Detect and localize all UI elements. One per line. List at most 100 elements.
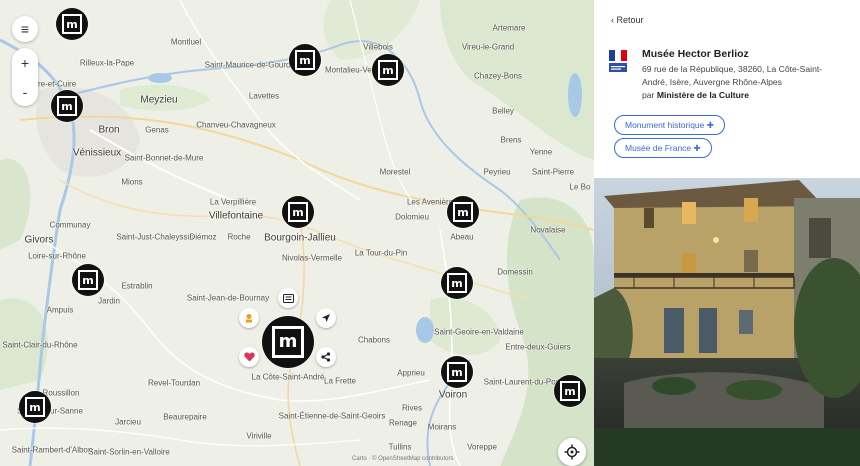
place-label: Saint-Clair-du-Rhône	[2, 340, 78, 350]
place-label: Villefontaine	[208, 210, 264, 222]
museum-marker[interactable]: m	[51, 90, 83, 122]
favorite-heart-icon[interactable]	[239, 347, 259, 367]
place-label: Tullins	[388, 442, 412, 452]
place-label: La Verpillière	[209, 197, 257, 207]
place-label: Saint-Rambert-d'Albon	[11, 445, 93, 455]
place-label: Vénissieux	[72, 147, 122, 159]
place-label: Jardin	[98, 296, 120, 306]
museum-marker[interactable]: m	[282, 196, 314, 228]
place-label: Bourgoin-Jallieu	[264, 232, 336, 244]
owner-organization: Ministère de la Culture	[656, 90, 749, 100]
place-label: Chabons	[357, 335, 391, 345]
details-card-icon[interactable]	[278, 288, 298, 308]
museum-logo-icon: m	[272, 326, 304, 358]
menu-icon: ≡	[20, 21, 30, 37]
museum-photo	[594, 178, 860, 466]
museum-marker[interactable]: m	[56, 8, 88, 40]
place-label: Saint-Just-Chaleyssin	[116, 232, 194, 242]
place-label: Givors	[24, 234, 54, 246]
museum-marker[interactable]: m	[289, 44, 321, 76]
map-attribution[interactable]: Carto · © OpenStreetMap contributors	[352, 456, 453, 462]
museum-logo-icon: m	[295, 50, 315, 70]
marianne-logo-icon	[609, 50, 627, 72]
place-label: Brens	[500, 135, 522, 145]
place-label: Loire-sur-Rhône	[28, 251, 86, 261]
place-label: Moirans	[427, 422, 457, 432]
museum-marker[interactable]: m	[19, 391, 51, 423]
museum-logo-icon: m	[78, 270, 98, 290]
place-label: La Tour-du-Pin	[354, 248, 408, 258]
museum-logo-icon: m	[447, 362, 467, 382]
museum-marker[interactable]: m	[441, 267, 473, 299]
address-text: 69 rue de la République, 38260, La Côte-…	[642, 64, 823, 87]
museum-logo-icon: m	[378, 60, 398, 80]
place-label: Meyzieu	[140, 94, 178, 106]
place-label: Rives	[401, 403, 423, 413]
visited-stamp-icon[interactable]	[239, 308, 259, 328]
place-label: Jarcieu	[115, 417, 141, 427]
museum-logo-icon: m	[560, 381, 580, 401]
place-label: Beaurepaire	[163, 412, 207, 422]
place-label: Roussillon	[42, 388, 80, 398]
museum-marker[interactable]: m	[72, 264, 104, 296]
place-label: Apprieu	[397, 368, 425, 378]
place-label: Peyrieu	[483, 167, 511, 177]
place-label: Montluel	[170, 37, 202, 47]
museum-logo-icon: m	[288, 202, 308, 222]
place-label: Abeau	[450, 232, 474, 242]
zoom-out-button[interactable]: -	[12, 77, 38, 106]
place-label: Roche	[227, 232, 251, 242]
museum-address: 69 rue de la République, 38260, La Côte-…	[642, 63, 847, 102]
place-label: Mions	[121, 177, 143, 187]
place-label: La Frette	[323, 376, 357, 386]
place-label: Yenne	[529, 147, 553, 157]
place-label: Morestel	[379, 167, 411, 177]
locate-button[interactable]	[558, 438, 586, 466]
place-label: Rilleux-la-Pape	[79, 58, 135, 68]
back-link[interactable]: ‹ Retour	[611, 15, 644, 25]
place-label: Entre-deux-Guiers	[505, 342, 571, 352]
tag-monument-historique[interactable]: Monument historique ✚	[614, 115, 725, 135]
selected-museum-marker[interactable]: m	[262, 316, 314, 368]
tag-musee-de-france[interactable]: Musée de France ✚	[614, 138, 712, 158]
museum-marker[interactable]: m	[372, 54, 404, 86]
menu-button[interactable]: ≡	[12, 16, 38, 42]
place-label: Domessin	[497, 267, 533, 277]
place-label: Dolomieu	[395, 212, 429, 222]
place-label: Chazey-Bons	[473, 71, 523, 81]
place-label: Villebois	[363, 42, 393, 52]
museum-logo-icon: m	[57, 96, 77, 116]
place-label: Estrablin	[121, 281, 153, 291]
place-label: Saint-Laurent-du-Pont	[483, 377, 563, 387]
place-label: Lavettes	[248, 91, 280, 101]
share-icon[interactable]	[316, 347, 336, 367]
place-label: Diémoz	[189, 232, 217, 242]
place-label: Viriville	[246, 431, 272, 441]
zoom-in-button[interactable]: +	[12, 48, 38, 77]
place-label: Vireu-le-Grand	[461, 42, 515, 52]
place-label: Genas	[145, 125, 169, 135]
place-label: Le Bo	[569, 182, 591, 192]
museum-logo-icon: m	[447, 273, 467, 293]
by-prefix: par	[642, 90, 655, 100]
place-label: Saint-Bonnet-de-Mure	[124, 153, 204, 163]
place-label: Communay	[49, 220, 91, 230]
place-label: Ampuis	[46, 305, 74, 315]
map[interactable]: Artemare Montluel Villebois Vireu-le-Grand R…	[0, 0, 594, 466]
place-label: Saint-Pierre	[531, 167, 575, 177]
directions-icon[interactable]	[316, 308, 336, 328]
place-label: Saint-Sorlin-en-Valloire	[88, 447, 170, 457]
crosshair-icon	[564, 444, 580, 460]
place-label: Saint-Jean-de-Bournay	[186, 293, 270, 303]
place-label: Novalaise	[530, 225, 566, 235]
museum-marker[interactable]: m	[447, 196, 479, 228]
museum-marker[interactable]: m	[554, 375, 586, 407]
place-label: Voreppe	[467, 442, 497, 452]
place-label: Saint-Étienne-de-Saint-Geoirs	[278, 411, 386, 421]
place-label: Artemare	[492, 23, 526, 33]
place-label: Chanveu-Chavagneux	[196, 120, 276, 130]
zoom-control: + -	[12, 48, 38, 106]
place-label: Bron	[98, 124, 120, 136]
museum-logo-icon: m	[25, 397, 45, 417]
museum-marker[interactable]: m	[441, 356, 473, 388]
